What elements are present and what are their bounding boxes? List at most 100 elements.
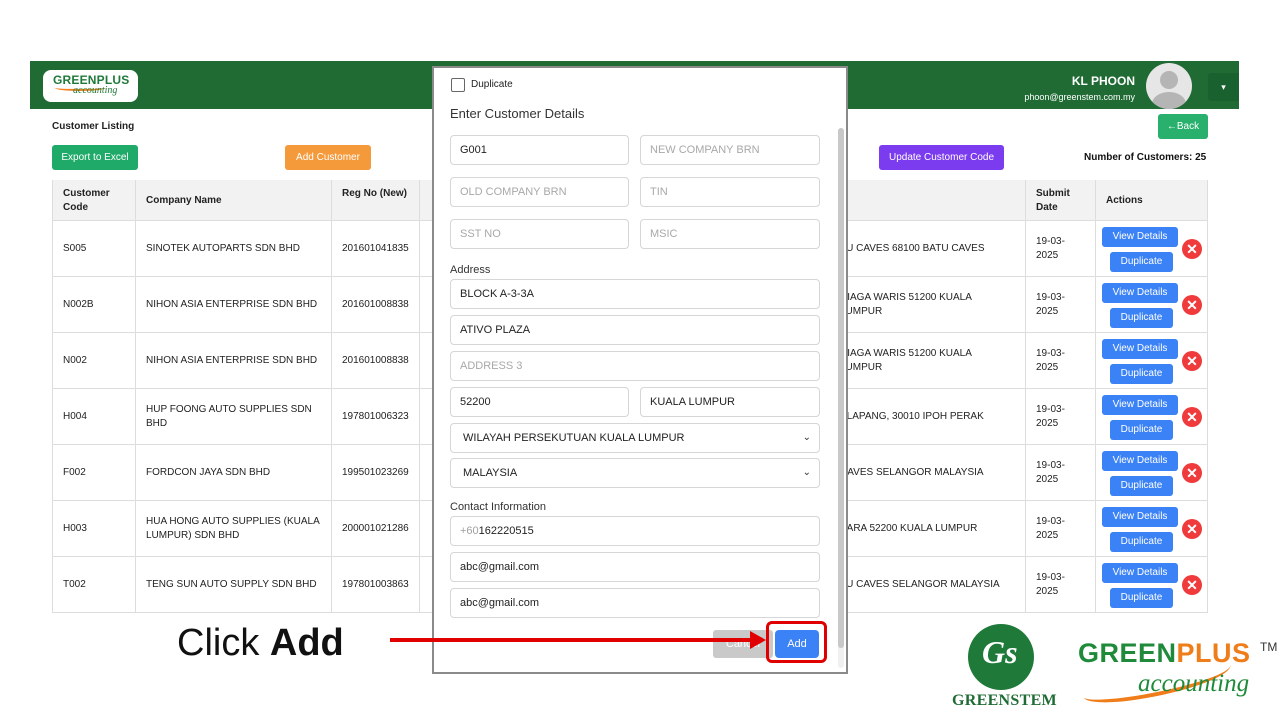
duplicate-button[interactable]: Duplicate bbox=[1110, 588, 1173, 608]
modal-title: Enter Customer Details bbox=[450, 106, 585, 121]
cell-code: H004 bbox=[52, 389, 136, 445]
update-customer-code-button[interactable]: Update Customer Code bbox=[879, 145, 1004, 170]
cell-date: 19-03-2025 bbox=[1026, 501, 1096, 557]
greenstem-wordmark: GREENSTEM bbox=[952, 692, 1057, 709]
cell-company: FORDCON JAYA SDN BHD bbox=[136, 445, 332, 501]
header-reg-no: Reg No (New) bbox=[332, 180, 420, 221]
header-submit-date: Submit Date bbox=[1026, 180, 1096, 221]
duplicate-button[interactable]: Duplicate bbox=[1110, 252, 1173, 272]
state-select[interactable]: WILAYAH PERSEKUTUAN KUALA LUMPUR ⌄ bbox=[450, 423, 820, 453]
cell-reg: 201601041835 bbox=[332, 221, 420, 277]
cell-code: F002 bbox=[52, 445, 136, 501]
view-details-button[interactable]: View Details bbox=[1102, 227, 1178, 247]
msic-field[interactable]: MSIC bbox=[640, 219, 820, 249]
view-details-button[interactable]: View Details bbox=[1102, 507, 1178, 527]
greenplus-green-part: GREEN bbox=[1078, 638, 1177, 668]
delete-icon[interactable]: ✕ bbox=[1182, 239, 1202, 259]
chevron-down-icon: ⌄ bbox=[802, 467, 811, 478]
duplicate-checkbox[interactable] bbox=[451, 78, 465, 92]
add-customer-modal: Duplicate Enter Customer Details G001 NE… bbox=[432, 66, 848, 674]
header-customer-code: Customer Code bbox=[52, 180, 136, 221]
cell-company: HUA HONG AUTO SUPPLIES (KUALA LUMPUR) SD… bbox=[136, 501, 332, 557]
duplicate-button[interactable]: Duplicate bbox=[1110, 308, 1173, 328]
pointer-arrow-line bbox=[390, 638, 752, 642]
delete-icon[interactable]: ✕ bbox=[1182, 463, 1202, 483]
new-company-brn-field[interactable]: NEW COMPANY BRN bbox=[640, 135, 820, 165]
contact-section-label: Contact Information bbox=[450, 501, 546, 513]
city-field[interactable]: KUALA LUMPUR bbox=[640, 387, 820, 417]
view-details-button[interactable]: View Details bbox=[1102, 283, 1178, 303]
cell-code: S005 bbox=[52, 221, 136, 277]
chevron-down-icon: ⌄ bbox=[802, 432, 811, 443]
delete-icon[interactable]: ✕ bbox=[1182, 407, 1202, 427]
tin-field[interactable]: TIN bbox=[640, 177, 820, 207]
duplicate-checkbox-label: Duplicate bbox=[471, 79, 513, 90]
logo-sub-text: accounting bbox=[73, 85, 118, 96]
email-cc-field[interactable]: abc@gmail.com bbox=[450, 588, 820, 618]
duplicate-button[interactable]: Duplicate bbox=[1110, 420, 1173, 440]
cell-actions: View Details Duplicate ✕ bbox=[1096, 445, 1208, 501]
avatar-body-icon bbox=[1152, 92, 1186, 109]
back-button[interactable]: ←Back bbox=[1158, 114, 1208, 139]
user-email: phoon@greenstem.com.my bbox=[1024, 92, 1135, 102]
avatar[interactable] bbox=[1146, 63, 1192, 109]
customer-code-field[interactable]: G001 bbox=[450, 135, 629, 165]
cell-company: TENG SUN AUTO SUPPLY SDN BHD bbox=[136, 557, 332, 613]
sst-no-field[interactable]: SST NO bbox=[450, 219, 629, 249]
cell-code: N002B bbox=[52, 277, 136, 333]
cell-code: H003 bbox=[52, 501, 136, 557]
cell-actions: View Details Duplicate ✕ bbox=[1096, 389, 1208, 445]
avatar-head-icon bbox=[1160, 71, 1178, 89]
cell-reg: 201601008838 bbox=[332, 333, 420, 389]
postcode-field[interactable]: 52200 bbox=[450, 387, 629, 417]
greenplus-accounting-logo: GREENPLUS TM accounting bbox=[1078, 636, 1278, 709]
cell-reg: 200001021286 bbox=[332, 501, 420, 557]
user-menu-dropdown-button[interactable]: ▾ bbox=[1208, 73, 1239, 101]
cell-reg: 197801003863 bbox=[332, 557, 420, 613]
address-line-3-field[interactable]: ADDRESS 3 bbox=[450, 351, 820, 381]
modal-scrollbar-thumb[interactable] bbox=[838, 128, 844, 648]
email-field[interactable]: abc@gmail.com bbox=[450, 552, 820, 582]
greenplus-header-logo[interactable]: GREENPLUS accounting bbox=[43, 70, 138, 102]
cell-code: T002 bbox=[52, 557, 136, 613]
cell-actions: View Details Duplicate ✕ bbox=[1096, 277, 1208, 333]
delete-icon[interactable]: ✕ bbox=[1182, 351, 1202, 371]
delete-icon[interactable]: ✕ bbox=[1182, 295, 1202, 315]
cell-company: SINOTEK AUTOPARTS SDN BHD bbox=[136, 221, 332, 277]
view-details-button[interactable]: View Details bbox=[1102, 339, 1178, 359]
trademark-symbol: TM bbox=[1260, 640, 1278, 654]
cell-reg: 199501023269 bbox=[332, 445, 420, 501]
country-select-value: MALAYSIA bbox=[463, 467, 518, 479]
cell-actions: View Details Duplicate ✕ bbox=[1096, 557, 1208, 613]
old-company-brn-field[interactable]: OLD COMPANY BRN bbox=[450, 177, 629, 207]
header-company-name: Company Name bbox=[136, 180, 332, 221]
cell-code: N002 bbox=[52, 333, 136, 389]
delete-icon[interactable]: ✕ bbox=[1182, 575, 1202, 595]
state-select-value: WILAYAH PERSEKUTUAN KUALA LUMPUR bbox=[463, 432, 685, 444]
cell-date: 19-03-2025 bbox=[1026, 333, 1096, 389]
cell-date: 19-03-2025 bbox=[1026, 557, 1096, 613]
delete-icon[interactable]: ✕ bbox=[1182, 519, 1202, 539]
cell-date: 19-03-2025 bbox=[1026, 445, 1096, 501]
greenstem-logo: Gs GREENSTEM bbox=[948, 622, 1063, 714]
view-details-button[interactable]: View Details bbox=[1102, 563, 1178, 583]
cell-actions: View Details Duplicate ✕ bbox=[1096, 221, 1208, 277]
instruction-prefix: Click bbox=[177, 622, 270, 664]
add-customer-button[interactable]: Add Customer bbox=[285, 145, 371, 170]
country-select[interactable]: MALAYSIA ⌄ bbox=[450, 458, 820, 488]
add-button-highlight-box bbox=[766, 621, 827, 663]
cell-reg: 197801006323 bbox=[332, 389, 420, 445]
address-line-2-field[interactable]: ATIVO PLAZA bbox=[450, 315, 820, 345]
view-details-button[interactable]: View Details bbox=[1102, 395, 1178, 415]
duplicate-button[interactable]: Duplicate bbox=[1110, 364, 1173, 384]
address-line-1-field[interactable]: BLOCK A-3-3A bbox=[450, 279, 820, 309]
duplicate-button[interactable]: Duplicate bbox=[1110, 532, 1173, 552]
duplicate-button[interactable]: Duplicate bbox=[1110, 476, 1173, 496]
view-details-button[interactable]: View Details bbox=[1102, 451, 1178, 471]
greenstem-monogram: Gs bbox=[982, 634, 1018, 670]
phone-field[interactable]: +60162220515 bbox=[450, 516, 820, 546]
export-to-excel-button[interactable]: Export to Excel bbox=[52, 145, 138, 170]
cell-company: HUP FOONG AUTO SUPPLIES SDN BHD bbox=[136, 389, 332, 445]
cell-date: 19-03-2025 bbox=[1026, 221, 1096, 277]
greenplus-accounting-text: accounting bbox=[1138, 670, 1250, 697]
